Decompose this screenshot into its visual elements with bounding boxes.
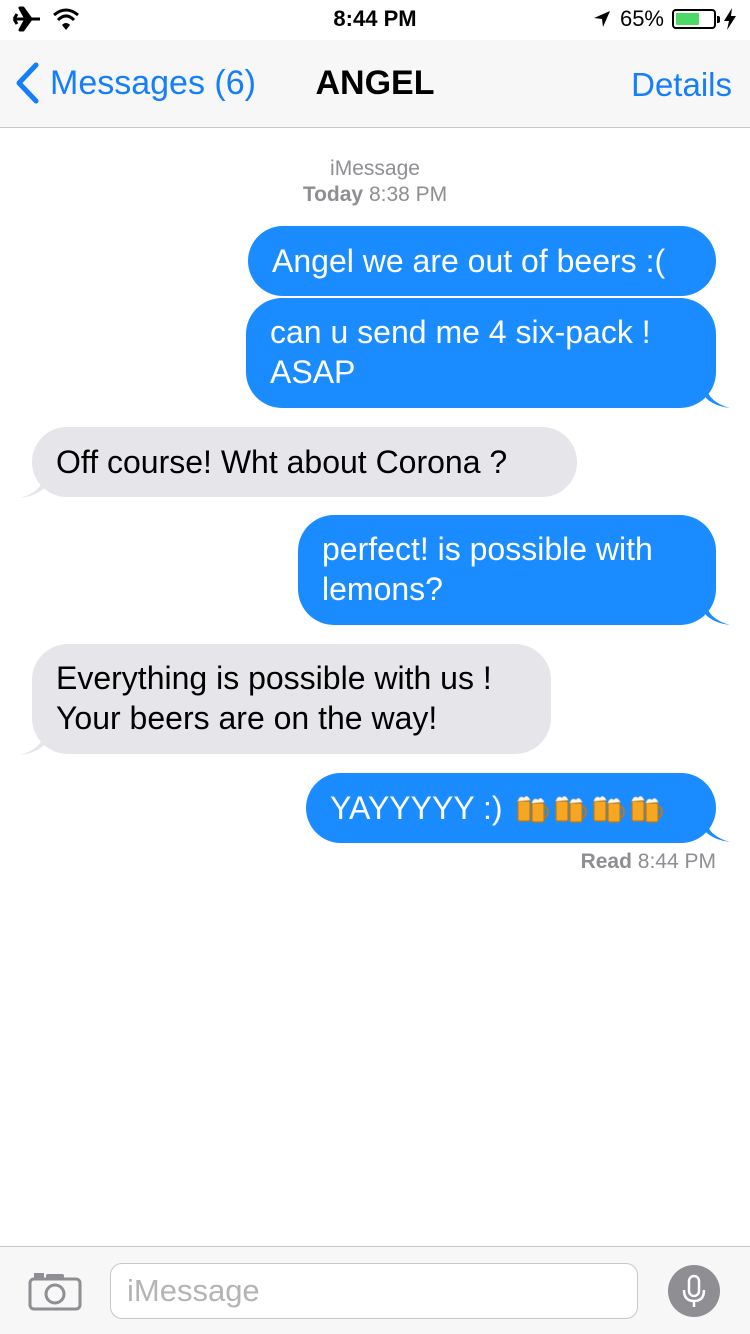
compose-bar — [0, 1246, 750, 1334]
back-button-label: Messages (6) — [50, 63, 256, 102]
timestamp: Today 8:38 PM — [0, 182, 750, 208]
service-label: iMessage — [330, 157, 420, 180]
nav-bar: Messages (6) ANGEL Details — [0, 40, 750, 128]
emoji-row — [511, 790, 664, 826]
beer-mugs-emoji — [555, 796, 588, 823]
message-bubble-incoming[interactable]: Everything is possible with us ! Your be… — [32, 644, 551, 754]
message-input[interactable] — [110, 1263, 638, 1319]
message-text-line: Everything is possible with us ! — [56, 660, 492, 696]
contact-name[interactable]: ANGEL — [316, 64, 435, 102]
microphone-button[interactable] — [668, 1265, 720, 1317]
beer-mugs-emoji — [517, 796, 550, 823]
message-text-line: ASAP — [270, 354, 356, 390]
message-bubble-incoming[interactable]: Off course! Wht about Corona ? — [32, 427, 577, 497]
bubble-tail — [20, 476, 44, 498]
bubble-tail — [20, 733, 44, 755]
message-bubble-outgoing[interactable]: perfect! is possible with lemons? — [298, 515, 716, 625]
battery-percent: 65% — [619, 6, 664, 31]
charging-bolt-icon — [724, 8, 736, 30]
message-text: Off course! Wht about Corona ? — [56, 444, 508, 480]
status-bar: 8:44 PM 65% — [0, 0, 750, 40]
camera-icon[interactable] — [28, 1271, 82, 1311]
beer-mugs-emoji — [631, 796, 664, 823]
message-text: Angel we are out of beers :( — [272, 243, 666, 279]
chevron-left-icon — [16, 62, 39, 104]
beer-mugs-emoji — [593, 796, 626, 823]
bubble-tail — [706, 820, 730, 842]
message-text-line: Your beers are on the way! — [56, 700, 438, 736]
bubble-tail — [706, 603, 730, 625]
conversation[interactable]: iMessage Today 8:38 PM Angel we are out … — [0, 128, 750, 1246]
location-arrow-icon — [593, 11, 610, 27]
read-time: 8:44 PM — [637, 850, 716, 873]
message-bubble-outgoing[interactable]: YAYYYYY :) — [306, 773, 716, 843]
message-text-line: can u send me 4 six-pack ! — [270, 314, 651, 350]
read-label: Read — [580, 850, 632, 873]
microphone-icon — [682, 1274, 706, 1307]
conversation-header: iMessage Today 8:38 PM — [0, 156, 750, 208]
message-text-line: lemons? — [322, 571, 443, 607]
battery-icon — [672, 9, 720, 29]
date-time: 8:38 PM — [368, 183, 448, 206]
back-button[interactable]: Messages (6) — [14, 62, 256, 104]
message-text-line: perfect! is possible with — [322, 531, 653, 567]
details-button[interactable]: Details — [631, 66, 732, 104]
message-text: YAYYYYY :) — [330, 790, 503, 826]
bubble-tail — [706, 386, 730, 408]
message-bubble-outgoing[interactable]: Angel we are out of beers :( — [248, 226, 716, 296]
read-receipt: Read 8:44 PM — [581, 850, 716, 874]
message-bubble-outgoing[interactable]: can u send me 4 six-pack ! ASAP — [246, 298, 716, 408]
date-label: Today — [302, 183, 364, 206]
